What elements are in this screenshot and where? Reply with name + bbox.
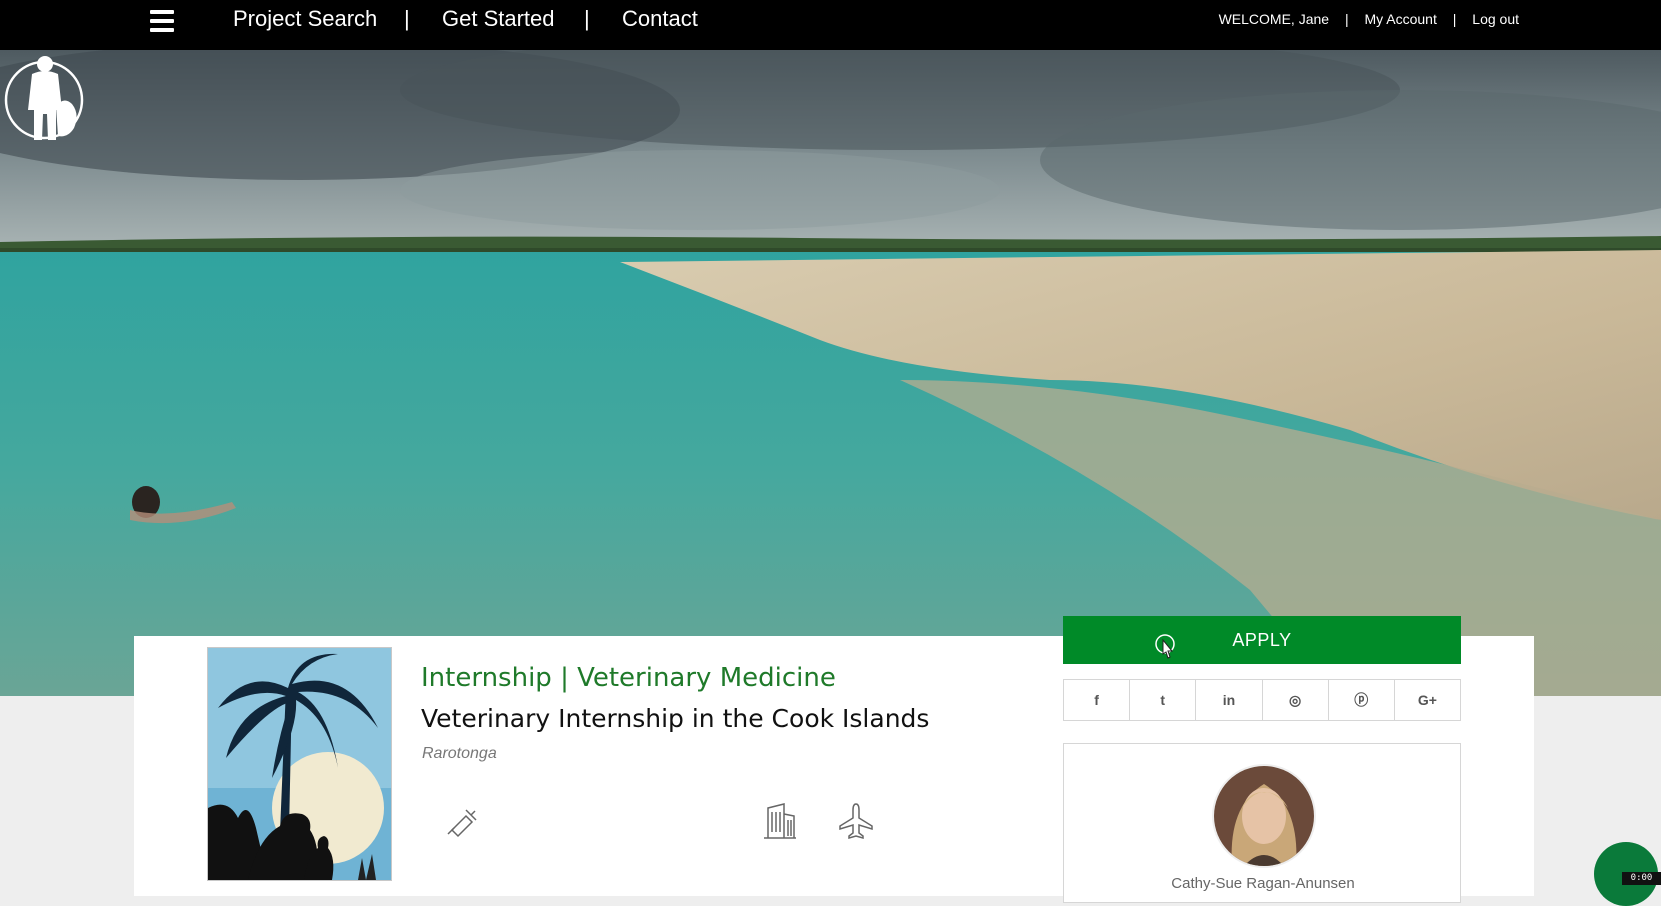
- pinterest-icon[interactable]: ⓟ: [1329, 680, 1395, 720]
- hero-scene: [0, 50, 1661, 696]
- project-thumbnail: [207, 647, 392, 881]
- coordinator-name: Cathy-Sue Ragan-Anunsen: [1171, 875, 1355, 892]
- logout-link[interactable]: Log out: [1472, 11, 1519, 27]
- user-separator: |: [1344, 11, 1349, 27]
- hero-beach-image: [0, 50, 1661, 696]
- organization-logo[interactable]: [0, 50, 90, 146]
- welcome-text: WELCOME, Jane: [1218, 11, 1330, 27]
- linkedin-icon[interactable]: in: [1196, 680, 1263, 720]
- project-category: Internship | Veterinary Medicine: [421, 663, 836, 693]
- nav-project-search[interactable]: Project Search: [233, 6, 377, 32]
- airplane-icon: [839, 803, 873, 839]
- user-separator: |: [1452, 11, 1457, 27]
- avatar: [1212, 764, 1316, 868]
- coordinator-box: Cathy-Sue Ragan-Anunsen: [1063, 743, 1461, 903]
- syringe-icon: [447, 809, 477, 838]
- project-location: Rarotonga: [422, 745, 497, 762]
- my-account-link[interactable]: My Account: [1364, 11, 1436, 27]
- twitter-icon[interactable]: t: [1130, 680, 1197, 720]
- nav-contact[interactable]: Contact: [622, 6, 698, 32]
- chat-timer-badge: 0:00: [1622, 872, 1661, 885]
- instagram-icon[interactable]: ◎: [1263, 680, 1329, 720]
- hamburger-menu-icon[interactable]: [150, 10, 174, 32]
- share-buttons: f t in ◎ ⓟ G+: [1063, 679, 1461, 721]
- nav-get-started[interactable]: Get Started: [442, 6, 555, 32]
- mouse-cursor-icon: [1155, 634, 1175, 659]
- top-navigation-bar: Project Search | Get Started | Contact W…: [0, 0, 1661, 50]
- google-plus-icon[interactable]: G+: [1395, 680, 1460, 720]
- facebook-icon[interactable]: f: [1064, 680, 1131, 720]
- project-title: Veterinary Internship in the Cook Island…: [421, 704, 930, 733]
- nav-separator: |: [584, 6, 590, 31]
- nav-separator: |: [404, 6, 410, 31]
- user-area: WELCOME, Jane | My Account | Log out: [1219, 11, 1519, 27]
- building-icon: [764, 803, 796, 839]
- apply-button[interactable]: APPLY: [1063, 616, 1461, 664]
